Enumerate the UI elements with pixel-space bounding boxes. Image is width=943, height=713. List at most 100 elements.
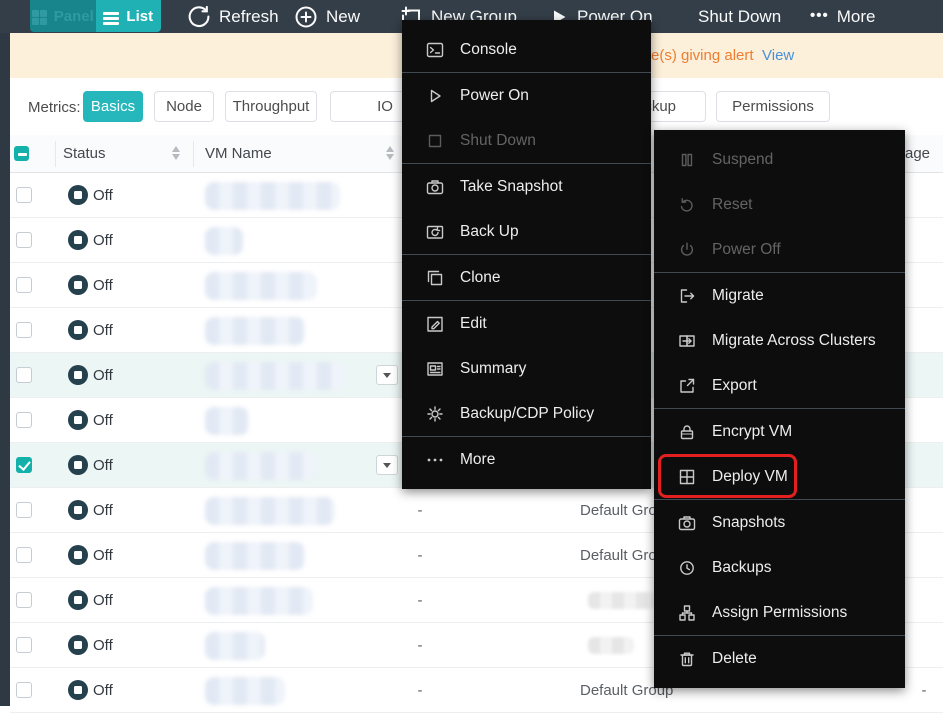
status-off-icon [68, 500, 88, 520]
menu-item-summary[interactable]: Summary [402, 346, 651, 391]
cell-empty-value: - [408, 488, 432, 533]
menu-item-clone[interactable]: Clone [402, 255, 651, 300]
menu-item-deploy-vm[interactable]: Deploy VM [654, 454, 905, 499]
menu-item-power-on[interactable]: Power On [402, 73, 651, 118]
menu-item-label: Assign Permissions [712, 604, 847, 622]
menu-item-migrate[interactable]: Migrate [654, 273, 905, 318]
row-checkbox[interactable] [16, 277, 32, 293]
row-checkbox[interactable] [16, 322, 32, 338]
status-label: Off [93, 623, 113, 668]
vm-name-redacted [205, 182, 340, 210]
trash-icon [677, 649, 697, 669]
status-off-icon [68, 545, 88, 565]
column-header-usage-fragment[interactable]: age [905, 135, 930, 173]
metrics-tab-permissions[interactable]: Permissions [716, 91, 830, 122]
status-label: Off [93, 218, 113, 263]
power-icon [677, 240, 697, 260]
console-icon [425, 40, 445, 60]
menu-item-shut-down: Shut Down [402, 118, 651, 163]
menu-item-edit[interactable]: Edit [402, 301, 651, 346]
row-checkbox[interactable] [16, 592, 32, 608]
row-checkbox[interactable] [16, 637, 32, 653]
menu-item-label: Power On [460, 87, 529, 105]
row-checkbox[interactable] [16, 502, 32, 518]
status-label: Off [93, 443, 113, 488]
status-off-icon [68, 275, 88, 295]
square-icon [425, 131, 445, 151]
menu-item-more[interactable]: More [402, 437, 651, 482]
row-dropdown-button[interactable] [376, 365, 398, 385]
vm-name-redacted [205, 317, 305, 345]
cell-empty-value: - [408, 578, 432, 623]
row-checkbox[interactable] [16, 367, 32, 383]
menu-item-backups[interactable]: Backups [654, 545, 905, 590]
metrics-tab-basics[interactable]: Basics [83, 91, 143, 122]
collapsed-sidebar-strip [0, 0, 10, 706]
row-checkbox[interactable] [16, 232, 32, 248]
column-header-vm-name[interactable]: VM Name [205, 135, 272, 173]
row-dropdown-button[interactable] [376, 455, 398, 475]
more-button[interactable]: •••More [810, 0, 876, 33]
vm-name-redacted [205, 677, 285, 705]
new-button[interactable]: New [294, 0, 360, 33]
row-checkbox[interactable] [16, 682, 32, 698]
menu-item-label: Clone [460, 269, 501, 287]
migrate-icon [677, 286, 697, 306]
cell-empty-value: - [408, 533, 432, 578]
row-checkbox[interactable] [16, 412, 32, 428]
menu-item-label: Take Snapshot [460, 178, 563, 196]
menu-item-label: Shut Down [460, 132, 536, 150]
row-checkbox[interactable] [16, 547, 32, 563]
status-label: Off [93, 488, 113, 533]
menu-item-export[interactable]: Export [654, 363, 905, 408]
menu-item-back-up[interactable]: Back Up [402, 209, 651, 254]
list-view-label: List [126, 8, 153, 25]
metrics-tab-throughput[interactable]: Throughput [225, 91, 317, 122]
alert-view-link[interactable]: View [762, 33, 794, 78]
menu-item-assign-permissions[interactable]: Assign Permissions [654, 590, 905, 635]
ellipsis-icon: ••• [810, 7, 829, 24]
metrics-tab-node[interactable]: Node [154, 91, 214, 122]
status-label: Off [93, 353, 113, 398]
vm-name-redacted [205, 497, 335, 525]
view-toggle: Panel List [30, 0, 161, 32]
status-off-icon [68, 230, 88, 250]
status-label: Off [93, 308, 113, 353]
shut-down-button[interactable]: Shut Down [698, 0, 781, 33]
row-checkbox[interactable] [16, 187, 32, 203]
menu-item-label: Encrypt VM [712, 423, 792, 441]
status-label: Off [93, 533, 113, 578]
menu-item-delete[interactable]: Delete [654, 636, 905, 681]
toolbar-action-label: Shut Down [698, 7, 781, 27]
panel-view-button[interactable]: Panel [30, 0, 96, 32]
menu-item-migrate-across-clusters[interactable]: Migrate Across Clusters [654, 318, 905, 363]
menu-item-label: Delete [712, 650, 757, 668]
refresh-button[interactable]: Refresh [186, 0, 279, 33]
row-checkbox[interactable] [16, 457, 32, 473]
menu-item-reset: Reset [654, 182, 905, 227]
vm-name-sort-control[interactable] [386, 146, 394, 160]
menu-item-suspend: Suspend [654, 137, 905, 182]
menu-item-label: Edit [460, 315, 487, 333]
menu-item-backup-cdp-policy[interactable]: Backup/CDP Policy [402, 391, 651, 436]
column-header-status[interactable]: Status [63, 135, 106, 173]
menu-item-console[interactable]: Console [402, 27, 651, 72]
menu-item-label: Snapshots [712, 514, 785, 532]
toolbar-action-label: Refresh [219, 7, 279, 27]
menu-item-label: Back Up [460, 223, 519, 241]
select-all-checkbox[interactable] [14, 146, 29, 161]
camera-icon [425, 177, 445, 197]
clock-icon [677, 558, 697, 578]
menu-item-take-snapshot[interactable]: Take Snapshot [402, 164, 651, 209]
menu-item-snapshots[interactable]: Snapshots [654, 500, 905, 545]
list-view-button[interactable]: List [96, 0, 162, 32]
ellipsis-icon [425, 450, 445, 470]
vm-name-redacted [205, 632, 265, 660]
status-sort-control[interactable] [172, 146, 180, 160]
menu-item-encrypt-vm[interactable]: Encrypt VM [654, 409, 905, 454]
lock-icon [677, 422, 697, 442]
group-redacted [588, 592, 656, 609]
menu-item-label: Summary [460, 360, 526, 378]
status-off-icon [68, 185, 88, 205]
menu-item-label: Reset [712, 196, 753, 214]
